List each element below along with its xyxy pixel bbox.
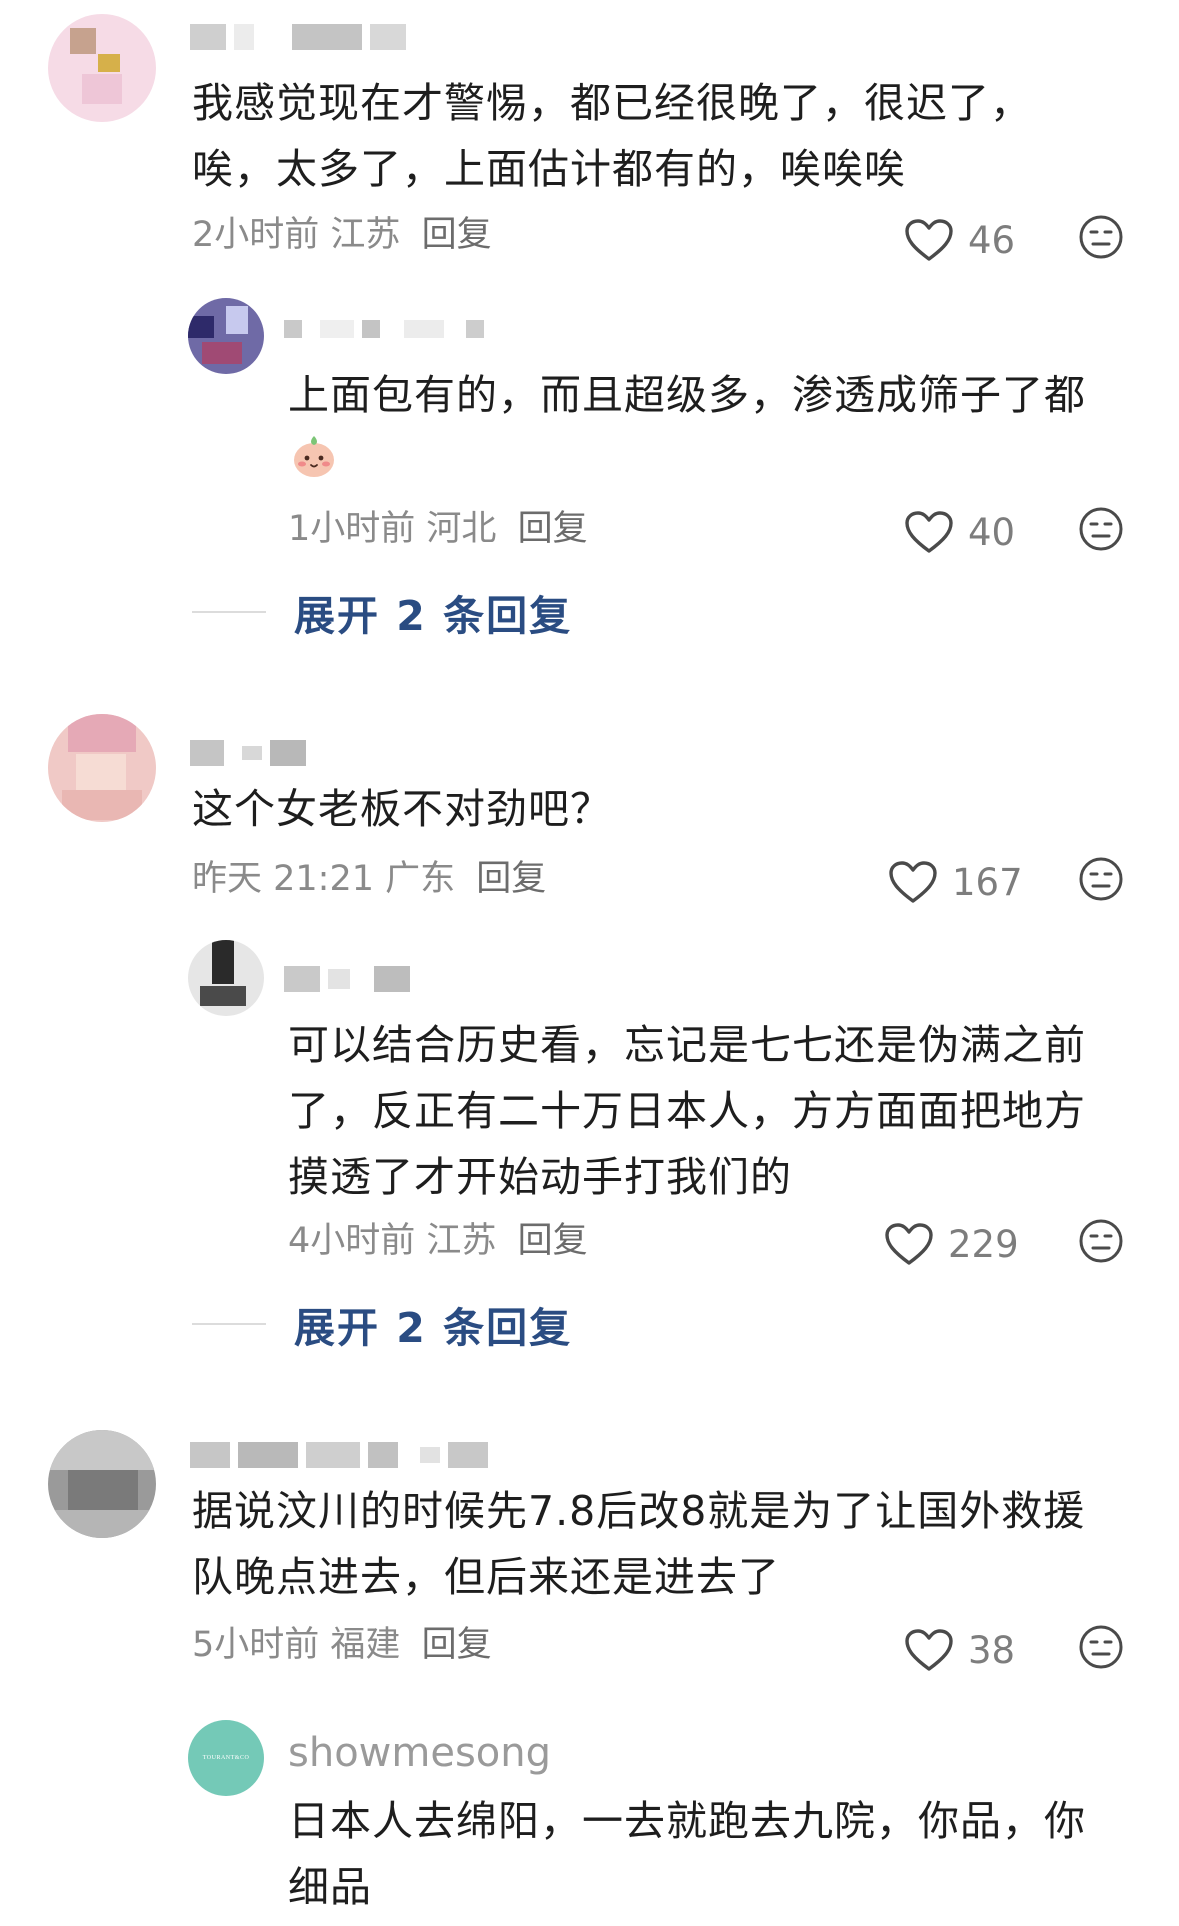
- expand-replies-label[interactable]: 展开 2 条回复: [294, 1294, 572, 1354]
- comment-3: 据说汶川的时候先7.8后改8就是为了让国外救援 队晚点进去，但后来还是进去了 5…: [0, 1424, 1179, 1924]
- avatar-logo-text: TOURANT&CO: [202, 1755, 250, 1761]
- divider: [192, 611, 266, 613]
- comment-meta: 昨天 21:21 广东 回复: [192, 854, 546, 904]
- heart-icon: [905, 511, 953, 553]
- divider: [192, 1323, 266, 1325]
- avatar[interactable]: [48, 714, 156, 822]
- location: 江苏: [426, 1221, 497, 1261]
- reply-button[interactable]: 回复: [476, 859, 546, 899]
- reply-meta: 1小时前 河北 回复: [288, 504, 588, 554]
- reply-avatar[interactable]: [188, 298, 264, 374]
- dislike-face-icon[interactable]: [1078, 856, 1124, 902]
- reply-username-blurred[interactable]: [284, 312, 484, 346]
- reply-button[interactable]: 回复: [422, 1625, 492, 1665]
- location: 河北: [426, 509, 497, 549]
- comment-meta: 5小时前 福建 回复: [192, 1620, 492, 1670]
- location: 江苏: [330, 215, 401, 255]
- comment-meta: 2小时前 江苏 回复: [192, 210, 492, 260]
- heart-icon: [889, 861, 937, 903]
- dislike-face-icon[interactable]: [1078, 1218, 1124, 1264]
- reply-meta: 4小时前 江苏 回复: [288, 1216, 588, 1266]
- reply-like-button[interactable]: 40: [904, 504, 1015, 560]
- comment-text: 我感觉现在才警惕，都已经很晚了，很迟了， 唉，太多了，上面估计都有的，唉唉唉: [192, 79, 1032, 193]
- reply-username-blurred[interactable]: [284, 962, 410, 996]
- like-count: 38: [968, 1628, 1016, 1672]
- reply-like-button[interactable]: 229: [884, 1216, 1019, 1272]
- expand-replies-label[interactable]: 展开 2 条回复: [294, 582, 572, 642]
- location: 福建: [330, 1625, 401, 1665]
- timestamp: 昨天 21:21: [192, 859, 374, 899]
- like-count: 40: [968, 510, 1016, 554]
- reply-text: 可以结合历史看，忘记是七七还是伪满之前 了，反正有二十万日本人，方方面面把地方 …: [288, 1021, 1086, 1201]
- like-count: 46: [968, 218, 1016, 262]
- peach-face-emoji-icon: [294, 436, 334, 477]
- comment-2: 这个女老板不对劲吧？ 昨天 21:21 广东 回复 167 可以结合历史看，忘记…: [0, 714, 1179, 1354]
- timestamp: 5小时前: [192, 1625, 320, 1665]
- username-blurred[interactable]: [190, 736, 306, 770]
- expand-replies-button[interactable]: 展开 2 条回复: [192, 582, 572, 642]
- timestamp: 1小时前: [288, 509, 416, 549]
- dislike-face-icon[interactable]: [1078, 506, 1124, 552]
- timestamp: 4小时前: [288, 1221, 416, 1261]
- reply-avatar[interactable]: [188, 940, 264, 1016]
- comment-text: 这个女老板不对劲吧？: [192, 785, 612, 833]
- dislike-face-icon[interactable]: [1078, 214, 1124, 260]
- reply-button[interactable]: 回复: [422, 215, 492, 255]
- like-button[interactable]: 167: [888, 854, 1023, 910]
- comment-1: 我感觉现在才警惕，都已经很晚了，很迟了， 唉，太多了，上面估计都有的，唉唉唉 2…: [0, 0, 1179, 660]
- reply-button[interactable]: 回复: [518, 509, 588, 549]
- heart-icon: [905, 1629, 953, 1671]
- dislike-face-icon[interactable]: [1078, 1624, 1124, 1670]
- avatar[interactable]: [48, 14, 156, 122]
- heart-icon: [885, 1223, 933, 1265]
- like-count: 167: [952, 860, 1023, 904]
- like-count: 229: [948, 1222, 1019, 1266]
- expand-replies-button[interactable]: 展开 2 条回复: [192, 1294, 572, 1354]
- like-button[interactable]: 38: [904, 1622, 1015, 1678]
- reply-text: 日本人去绵阳，一去就跑去九院，你品，你 细品: [288, 1797, 1086, 1911]
- reply-button[interactable]: 回复: [518, 1221, 588, 1261]
- comment-text: 据说汶川的时候先7.8后改8就是为了让国外救援 队晚点进去，但后来还是进去了: [192, 1487, 1086, 1601]
- username-blurred[interactable]: [190, 1438, 488, 1472]
- heart-icon: [905, 219, 953, 261]
- reply-username[interactable]: showmesong: [288, 1730, 551, 1776]
- reply-text: 上面包有的，而且超级多，渗透成筛子了都: [288, 371, 1086, 419]
- location: 广东: [385, 859, 456, 899]
- timestamp: 2小时前: [192, 215, 320, 255]
- reply-avatar[interactable]: TOURANT&CO: [188, 1720, 264, 1796]
- avatar[interactable]: [48, 1430, 156, 1538]
- username-blurred[interactable]: [190, 20, 406, 54]
- like-button[interactable]: 46: [904, 212, 1015, 268]
